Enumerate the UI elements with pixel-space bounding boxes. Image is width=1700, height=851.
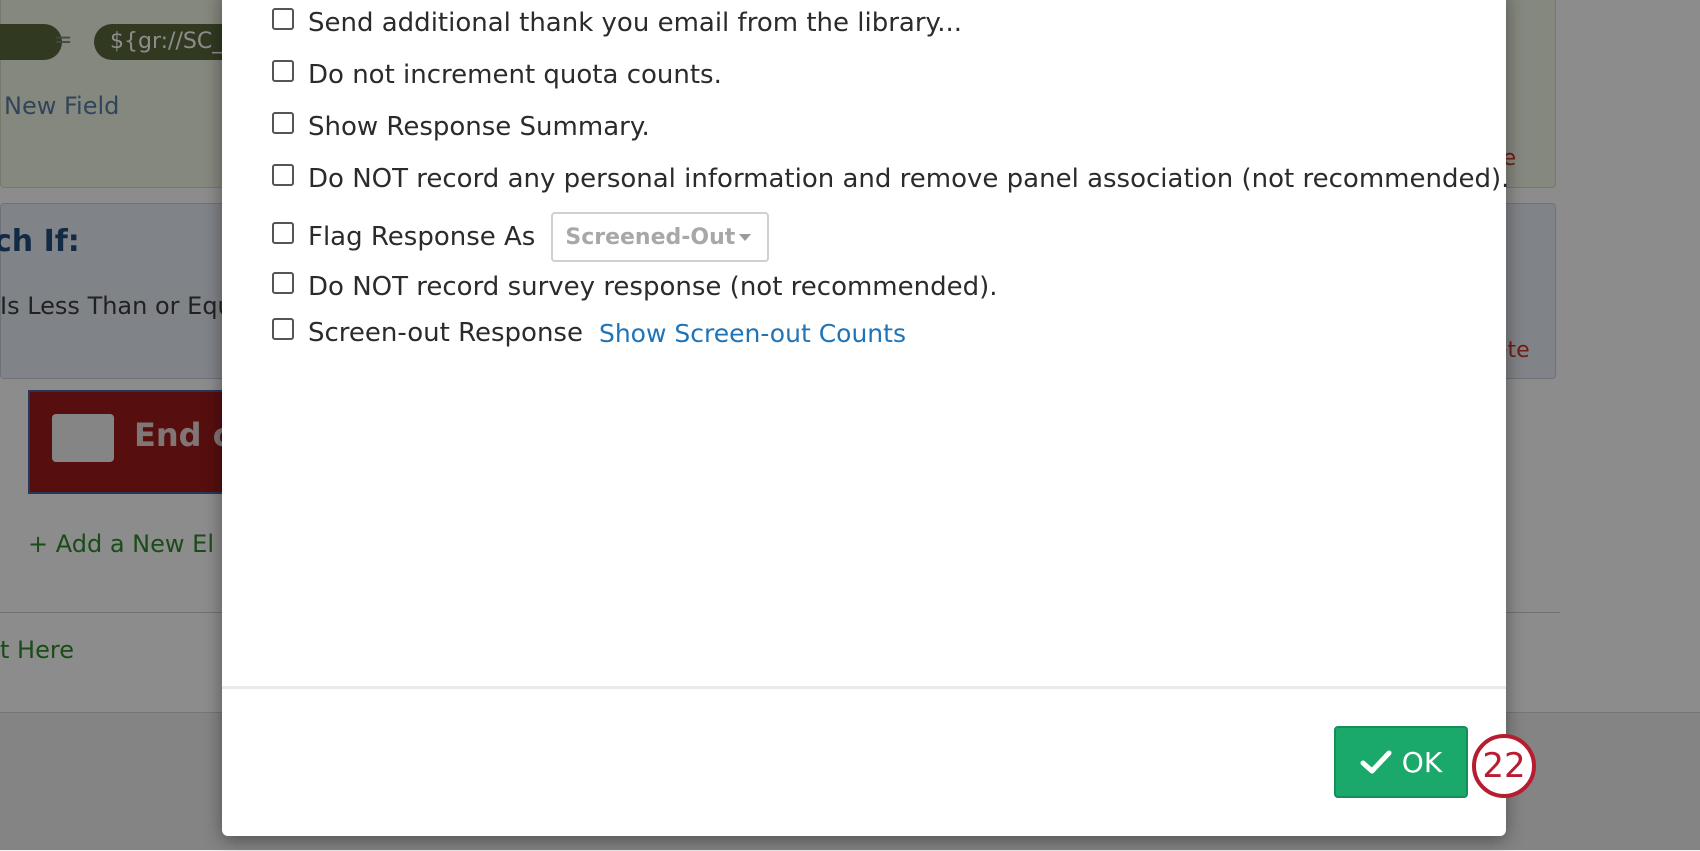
checkbox[interactable] xyxy=(272,112,294,134)
select-value: Screened-Out xyxy=(565,224,736,250)
checkbox[interactable] xyxy=(272,272,294,294)
option-do-not-record-response: Do NOT record survey response (not recom… xyxy=(272,270,998,304)
option-label: Send additional thank you email from the… xyxy=(308,8,962,38)
option-label: Do not increment quota counts. xyxy=(308,60,722,90)
option-do-not-record-personal-info: Do NOT record any personal information a… xyxy=(272,162,1509,196)
option-label: Do NOT record any personal information a… xyxy=(308,164,1510,194)
modal-footer-divider xyxy=(222,686,1506,689)
option-flag-response: Flag Response As Screened-Out xyxy=(272,212,770,262)
option-screen-out-response: Screen-out Response Show Screen-out Coun… xyxy=(272,316,906,350)
option-label: Flag Response As xyxy=(308,222,536,252)
chevron-down-icon xyxy=(739,234,752,241)
option-label: Do NOT record survey response (not recom… xyxy=(308,272,998,302)
checkbox[interactable] xyxy=(272,8,294,30)
checkbox[interactable] xyxy=(272,222,294,244)
checkmark-icon xyxy=(1360,750,1392,774)
end-of-survey-options-dialog: Send additional thank you email from the… xyxy=(222,0,1509,836)
flag-response-select[interactable]: Screened-Out xyxy=(551,212,770,262)
option-label: Show Response Summary. xyxy=(308,112,650,142)
ok-button-label: OK xyxy=(1401,745,1443,779)
option-send-thank-you-email: Send additional thank you email from the… xyxy=(272,6,962,40)
checkbox[interactable] xyxy=(272,318,294,340)
option-do-not-increment-quota: Do not increment quota counts. xyxy=(272,58,722,92)
option-show-response-summary: Show Response Summary. xyxy=(272,110,650,144)
ok-button[interactable]: OK xyxy=(1334,726,1468,798)
option-label: Screen-out Response xyxy=(308,318,583,348)
checkbox[interactable] xyxy=(272,164,294,186)
checkbox[interactable] xyxy=(272,60,294,82)
show-screen-out-counts-link[interactable]: Show Screen-out Counts xyxy=(599,319,906,348)
step-number-badge: 22 xyxy=(1472,734,1536,798)
